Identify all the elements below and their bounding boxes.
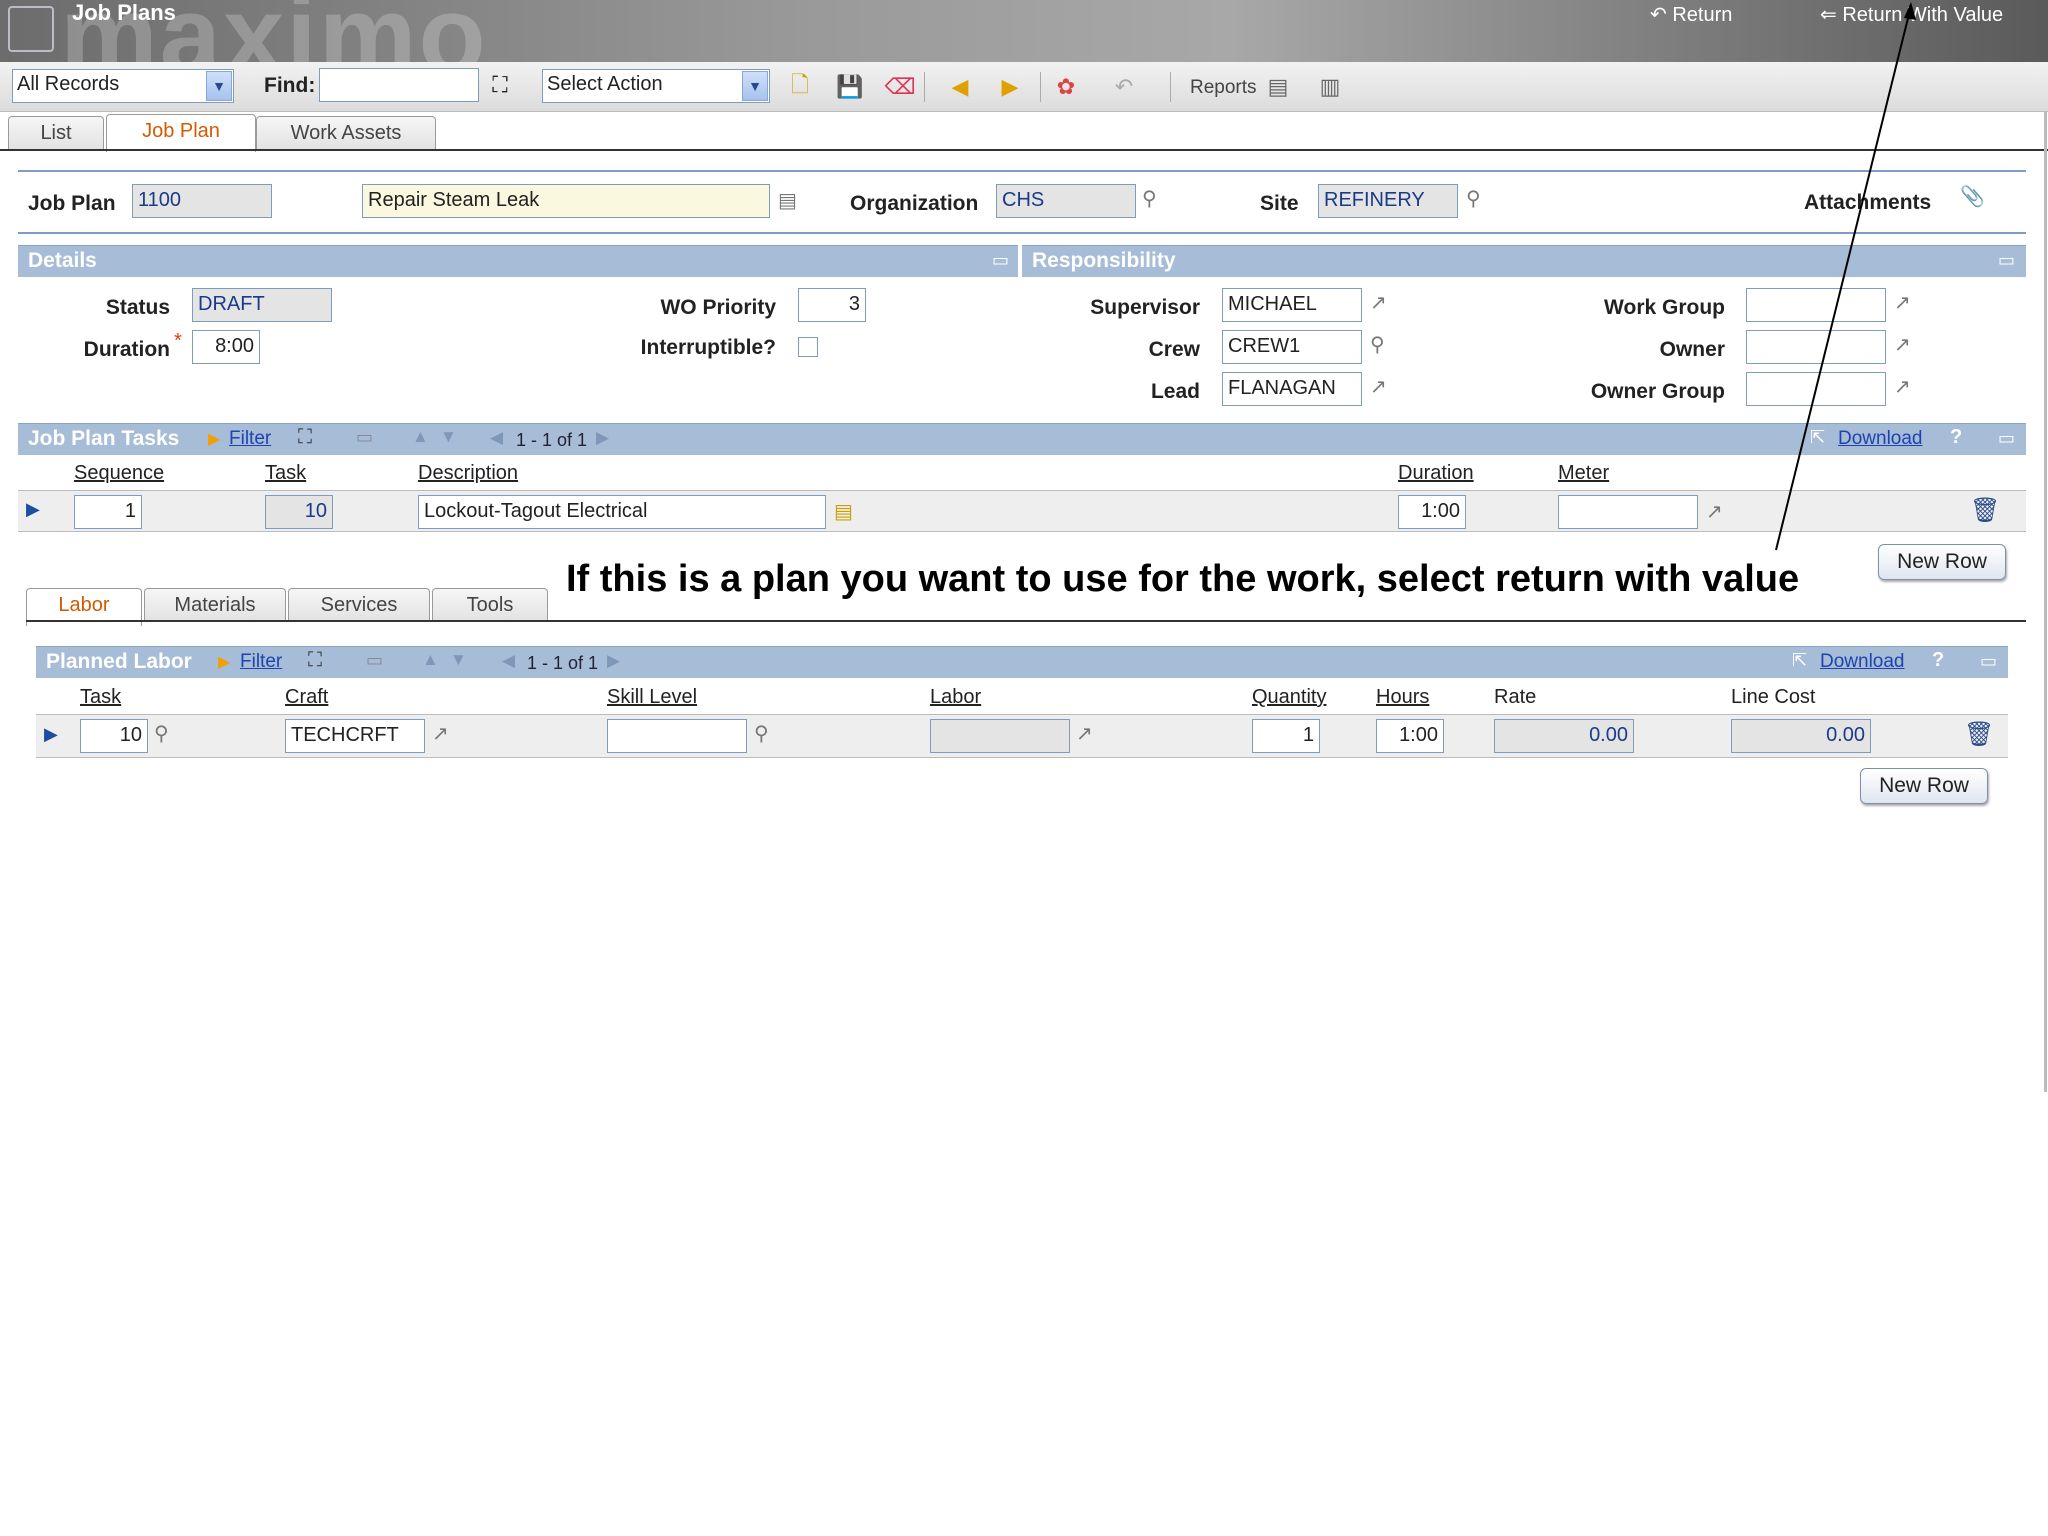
- trash-icon[interactable]: 🗑: [1964, 720, 1994, 749]
- labor-pager: 1 - 1 of 1: [527, 653, 599, 673]
- labor-new-row-button[interactable]: New Row: [1860, 768, 1988, 804]
- previous-page-icon[interactable]: ◀: [502, 651, 515, 671]
- expand-row-icon[interactable]: ▶: [44, 724, 58, 745]
- hours-field[interactable]: 1:00: [1376, 719, 1444, 753]
- col-craft[interactable]: Craft: [285, 686, 328, 709]
- arrow-down-icon[interactable]: ▼: [450, 650, 467, 670]
- collapse-icon[interactable]: ▭: [1980, 651, 1997, 672]
- planned-labor-title: Planned Labor: [46, 650, 192, 673]
- search-icon[interactable]: ⚲: [154, 721, 169, 746]
- col-quantity[interactable]: Quantity: [1252, 686, 1326, 709]
- col-line-cost: Line Cost: [1731, 686, 1816, 708]
- annotation-arrow: [1775, 2, 1916, 551]
- labor-task-field[interactable]: 10: [80, 719, 148, 753]
- detail-menu-icon[interactable]: ↗: [1076, 721, 1093, 746]
- binoculars-icon[interactable]: ⛶: [308, 649, 322, 672]
- help-icon[interactable]: ?: [1932, 649, 1944, 672]
- col-task[interactable]: Task: [80, 686, 121, 709]
- subtab-materials[interactable]: Materials: [144, 588, 286, 622]
- craft-field[interactable]: TECHCRFT: [285, 719, 425, 753]
- quantity-field[interactable]: 1: [1252, 719, 1320, 753]
- labor-download-link[interactable]: Download: [1820, 651, 1905, 673]
- labor-field[interactable]: [930, 719, 1070, 753]
- labor-filter-link[interactable]: Filter: [240, 651, 282, 673]
- next-page-icon[interactable]: ▶: [607, 651, 620, 671]
- skill-level-field[interactable]: [607, 719, 747, 753]
- col-skill-level[interactable]: Skill Level: [607, 686, 697, 709]
- filter-icon: ▶: [218, 654, 231, 671]
- clear-filter-icon[interactable]: ▭: [366, 650, 383, 671]
- search-icon[interactable]: ⚲: [754, 721, 769, 746]
- col-rate: Rate: [1494, 686, 1537, 708]
- download-icon[interactable]: ⇱: [1792, 650, 1807, 671]
- scrollbar[interactable]: [2044, 112, 2047, 1092]
- planned-labor-header: [36, 646, 2008, 678]
- rate-field[interactable]: 0.00: [1494, 719, 1634, 753]
- arrow-up-icon[interactable]: ▲: [422, 650, 439, 670]
- subtab-underline: [26, 620, 2026, 622]
- detail-menu-icon[interactable]: ↗: [432, 721, 449, 746]
- subtab-services[interactable]: Services: [288, 588, 430, 622]
- col-labor[interactable]: Labor: [930, 686, 981, 709]
- line-cost-field[interactable]: 0.00: [1731, 719, 1871, 753]
- col-hours[interactable]: Hours: [1376, 686, 1429, 709]
- subtab-tools[interactable]: Tools: [432, 588, 548, 622]
